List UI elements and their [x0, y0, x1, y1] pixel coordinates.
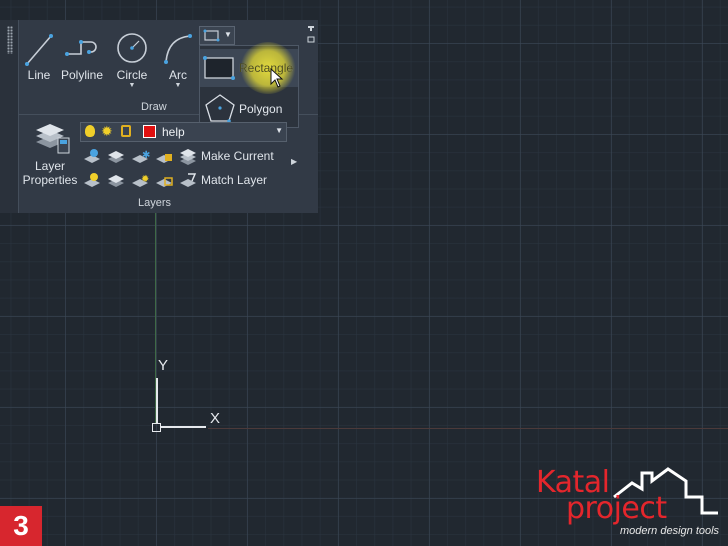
arc-icon — [164, 34, 192, 64]
arc-tool-button[interactable]: Arc ▼ — [160, 30, 196, 90]
chevron-down-icon: ▼ — [224, 30, 232, 39]
layer-properties-label-1: Layer — [34, 159, 66, 173]
layer-dropdown[interactable]: ✹ help ▼ — [80, 122, 287, 142]
layer-thaw-icon[interactable]: ✹ — [130, 171, 150, 189]
line-tool-label: Line — [27, 68, 51, 82]
layer-properties-label-2: Properties — [22, 173, 78, 187]
logo-tagline: modern design tools — [620, 525, 720, 537]
mouse-pointer-icon — [270, 68, 284, 88]
layer-on-icon[interactable] — [82, 171, 102, 189]
rectangle-icon — [203, 56, 235, 80]
chevron-down-icon: ▼ — [275, 126, 283, 135]
ucs-origin-box — [152, 423, 161, 432]
current-layer-name: help — [162, 125, 185, 139]
logo-line2: project — [566, 491, 667, 526]
circle-dropdown-arrow-icon[interactable]: ▼ — [112, 82, 152, 90]
polyline-tool-button[interactable]: Polyline — [59, 30, 105, 82]
layer-properties-button[interactable]: Layer Properties — [22, 122, 78, 190]
layer-isolate-icon[interactable] — [106, 147, 126, 165]
x-axis-line — [208, 428, 728, 429]
make-current-button[interactable]: Make Current — [201, 149, 274, 163]
lightbulb-on-icon — [85, 125, 95, 137]
match-layer-button[interactable]: Match Layer — [201, 173, 267, 187]
circle-tool-label: Circle — [116, 68, 148, 82]
sun-icon: ✹ — [101, 123, 113, 139]
layers-section-label: Layers — [138, 197, 172, 209]
layer-unisolate-icon[interactable] — [106, 171, 126, 189]
arc-tool-label: Arc — [169, 68, 187, 82]
chevron-right-icon[interactable]: ▶ — [291, 157, 297, 166]
layer-freeze-icon[interactable]: ✱ — [130, 147, 150, 165]
flyout-item-label: Polygon — [239, 102, 283, 116]
draw-section-label: Draw — [141, 101, 167, 113]
polyline-icon — [65, 40, 97, 56]
layer-color-swatch — [143, 125, 156, 138]
layer-unlock-icon[interactable] — [154, 171, 174, 189]
layer-tools-row-2: ✹ — [82, 171, 198, 189]
svg-text:✹: ✹ — [141, 174, 149, 185]
layer-current-icon[interactable] — [178, 147, 198, 165]
rectangle-dropdown-button[interactable]: ▼ — [199, 26, 235, 45]
katal-project-logo: Katal project modern design tools — [530, 465, 725, 540]
unlocked-icon — [121, 125, 131, 137]
flyout-highlight-text: Rectangle — [239, 61, 294, 75]
circle-icon — [117, 33, 147, 63]
circle-tool-button[interactable]: Circle ▼ — [112, 30, 152, 90]
polygon-icon — [205, 94, 235, 123]
svg-text:✱: ✱ — [142, 150, 150, 161]
layer-tools-row-1: ✱ — [82, 147, 198, 165]
layer-stack-icon — [36, 124, 70, 154]
ucs-x-axis — [160, 426, 206, 428]
line-icon — [25, 34, 53, 66]
ucs-y-label: Y — [158, 357, 169, 374]
rectangle-icon — [203, 29, 220, 42]
ucs-x-label: X — [210, 410, 221, 427]
line-tool-button[interactable]: Line — [22, 30, 56, 82]
arc-dropdown-arrow-icon[interactable]: ▼ — [160, 82, 196, 90]
polyline-tool-label: Polyline — [60, 68, 104, 82]
layer-off-icon[interactable] — [82, 147, 102, 165]
match-layer-icon[interactable] — [178, 171, 198, 189]
panel-grip-handle[interactable] — [7, 26, 13, 54]
step-badge: 3 — [0, 506, 42, 546]
layer-lock-icon[interactable] — [154, 147, 174, 165]
ucs-y-axis — [156, 378, 158, 424]
panel-pin-icon[interactable] — [307, 24, 315, 44]
